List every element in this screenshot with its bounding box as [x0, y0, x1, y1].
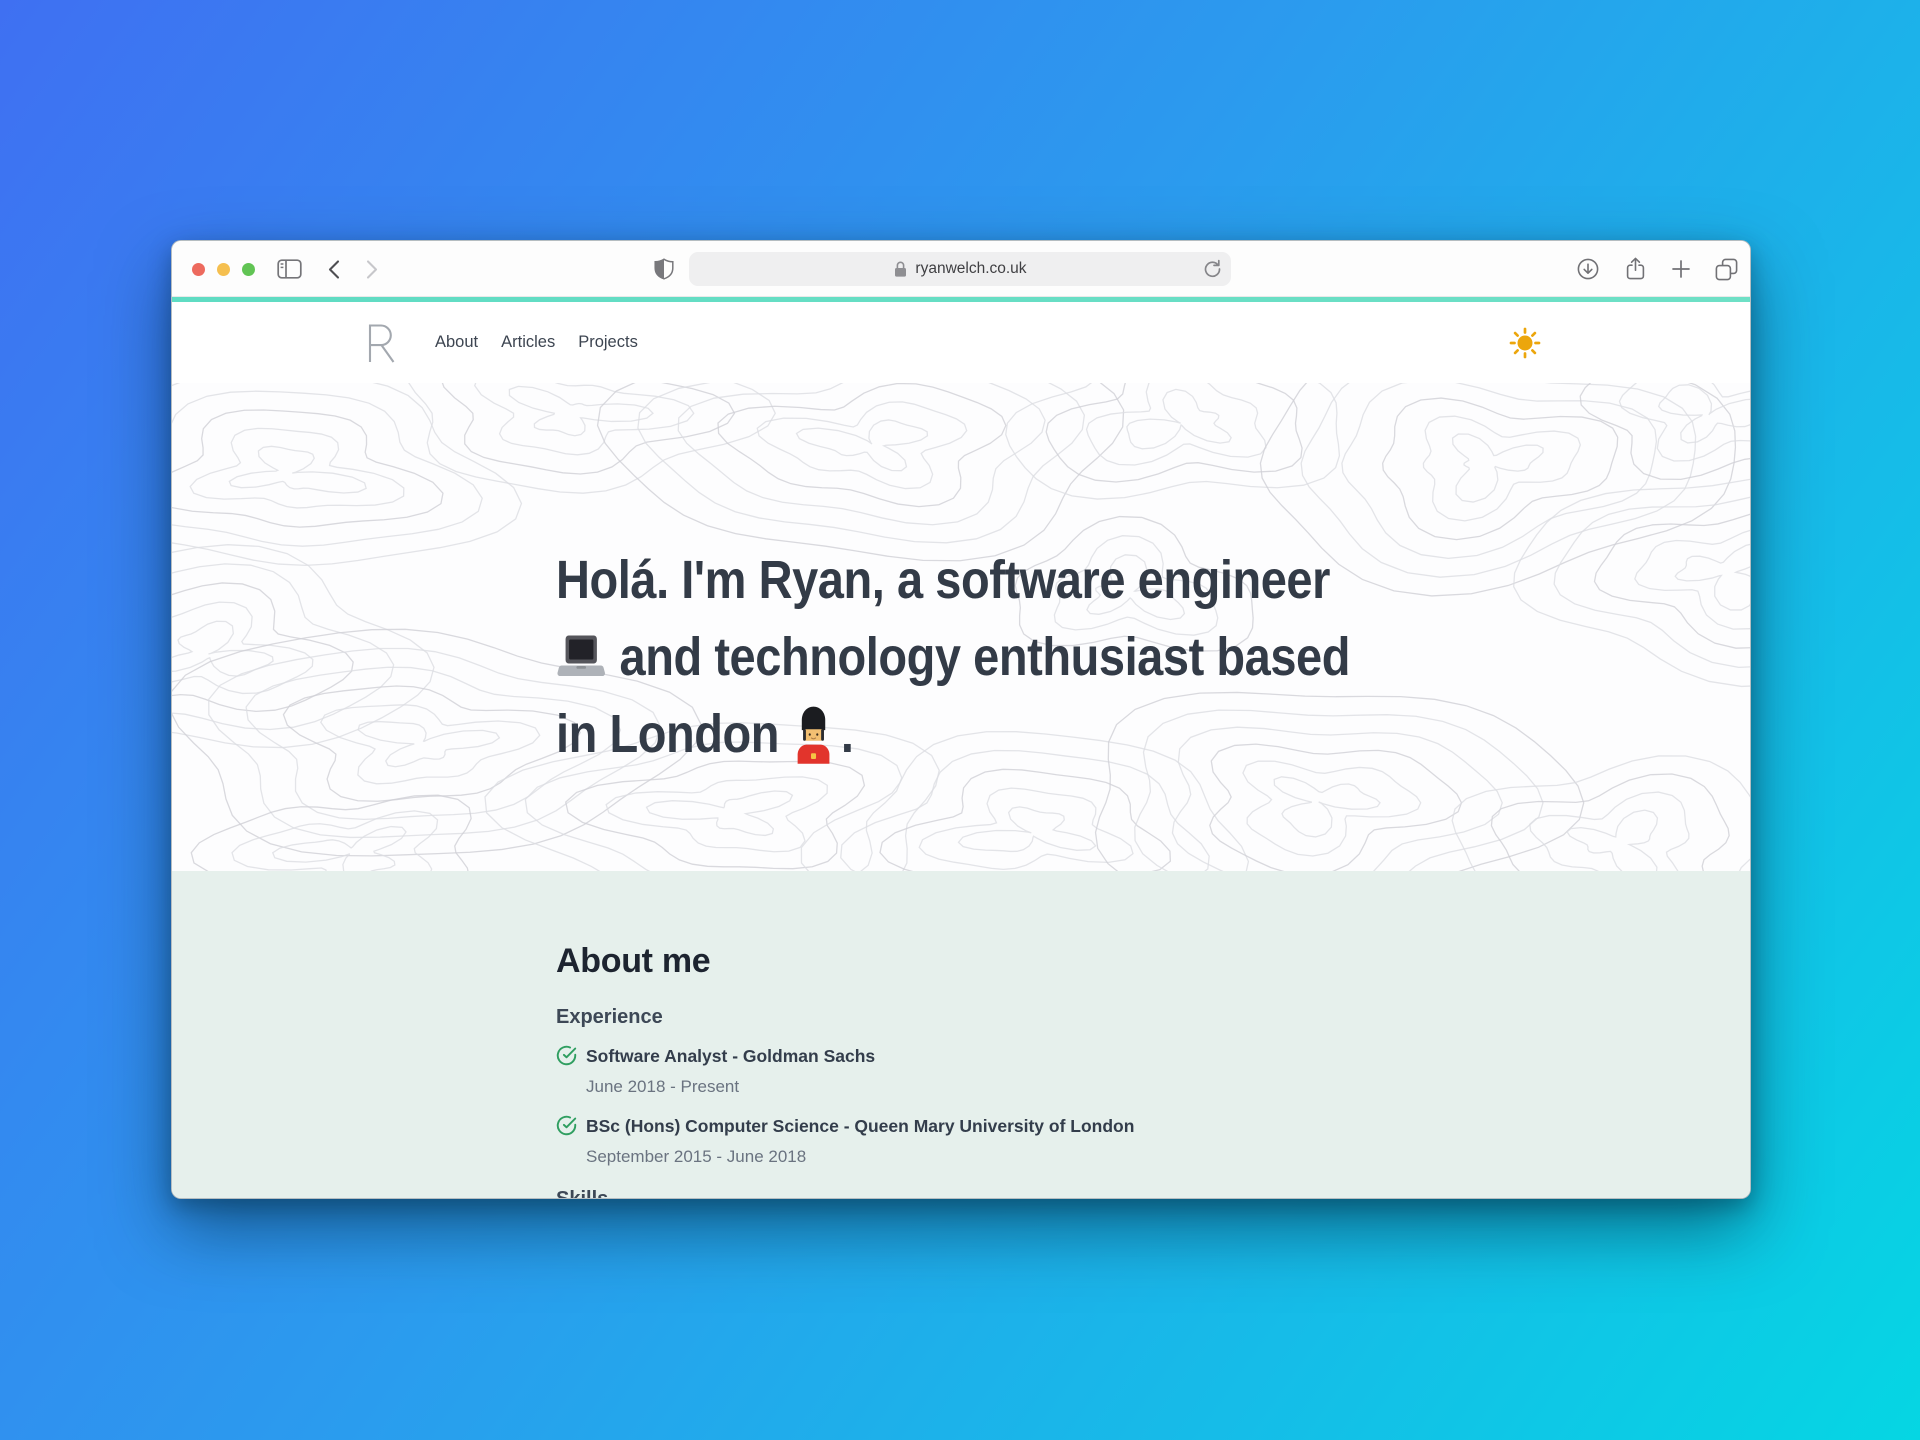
forward-icon[interactable] — [360, 241, 384, 297]
close-button[interactable] — [192, 263, 205, 276]
privacy-shield-icon[interactable] — [651, 241, 677, 297]
site-header: About Articles Projects — [172, 302, 1750, 383]
refresh-icon[interactable] — [1203, 259, 1222, 279]
download-icon[interactable] — [1575, 241, 1601, 297]
experience-item-date: June 2018 - Present — [586, 1076, 1750, 1098]
hero-section: Holá. I'm Ryan, a software engineer and … — [172, 383, 1750, 871]
address-bar[interactable]: ryanwelch.co.uk — [689, 252, 1231, 286]
experience-item: Software Analyst - Goldman Sachs June 20… — [556, 1044, 1750, 1098]
minimize-button[interactable] — [217, 263, 230, 276]
share-icon[interactable] — [1622, 241, 1648, 297]
about-section: About me Experience Software Analyst - G… — [172, 871, 1750, 1198]
browser-window: ryanwelch.co.uk — [171, 240, 1751, 1199]
experience-heading: Experience — [556, 1006, 1750, 1028]
tab-overview-icon[interactable] — [1712, 241, 1740, 297]
url-text: ryanwelch.co.uk — [915, 260, 1026, 278]
sun-icon — [1508, 326, 1542, 360]
experience-item-title: BSc (Hons) Computer Science - Queen Mary… — [586, 1114, 1750, 1138]
about-title: About me — [556, 943, 1750, 979]
nav-link-articles[interactable]: Articles — [501, 333, 555, 352]
nav-link-projects[interactable]: Projects — [578, 333, 638, 352]
zoom-button[interactable] — [242, 263, 255, 276]
experience-item-date: September 2015 - June 2018 — [586, 1146, 1750, 1168]
new-tab-icon[interactable] — [1668, 241, 1694, 297]
main-nav: About Articles Projects — [435, 333, 638, 352]
nav-link-about[interactable]: About — [435, 333, 478, 352]
check-circle-icon — [556, 1045, 577, 1066]
site-logo[interactable] — [366, 323, 395, 363]
guardsman-emoji — [792, 703, 836, 765]
skills-heading: Skills — [556, 1188, 1750, 1198]
sidebar-toggle-icon[interactable] — [275, 241, 303, 297]
lock-icon — [893, 260, 908, 278]
browser-toolbar: ryanwelch.co.uk — [172, 241, 1750, 297]
experience-item-title: Software Analyst - Goldman Sachs — [586, 1044, 1750, 1068]
laptop-emoji — [556, 634, 606, 680]
check-circle-icon — [556, 1115, 577, 1136]
experience-item: BSc (Hons) Computer Science - Queen Mary… — [556, 1114, 1750, 1168]
webpage: About Articles Projects — [172, 297, 1750, 1198]
hero-heading: Holá. I'm Ryan, a software engineer and … — [556, 541, 1426, 772]
back-icon[interactable] — [322, 241, 346, 297]
theme-toggle-button[interactable] — [1508, 326, 1542, 360]
